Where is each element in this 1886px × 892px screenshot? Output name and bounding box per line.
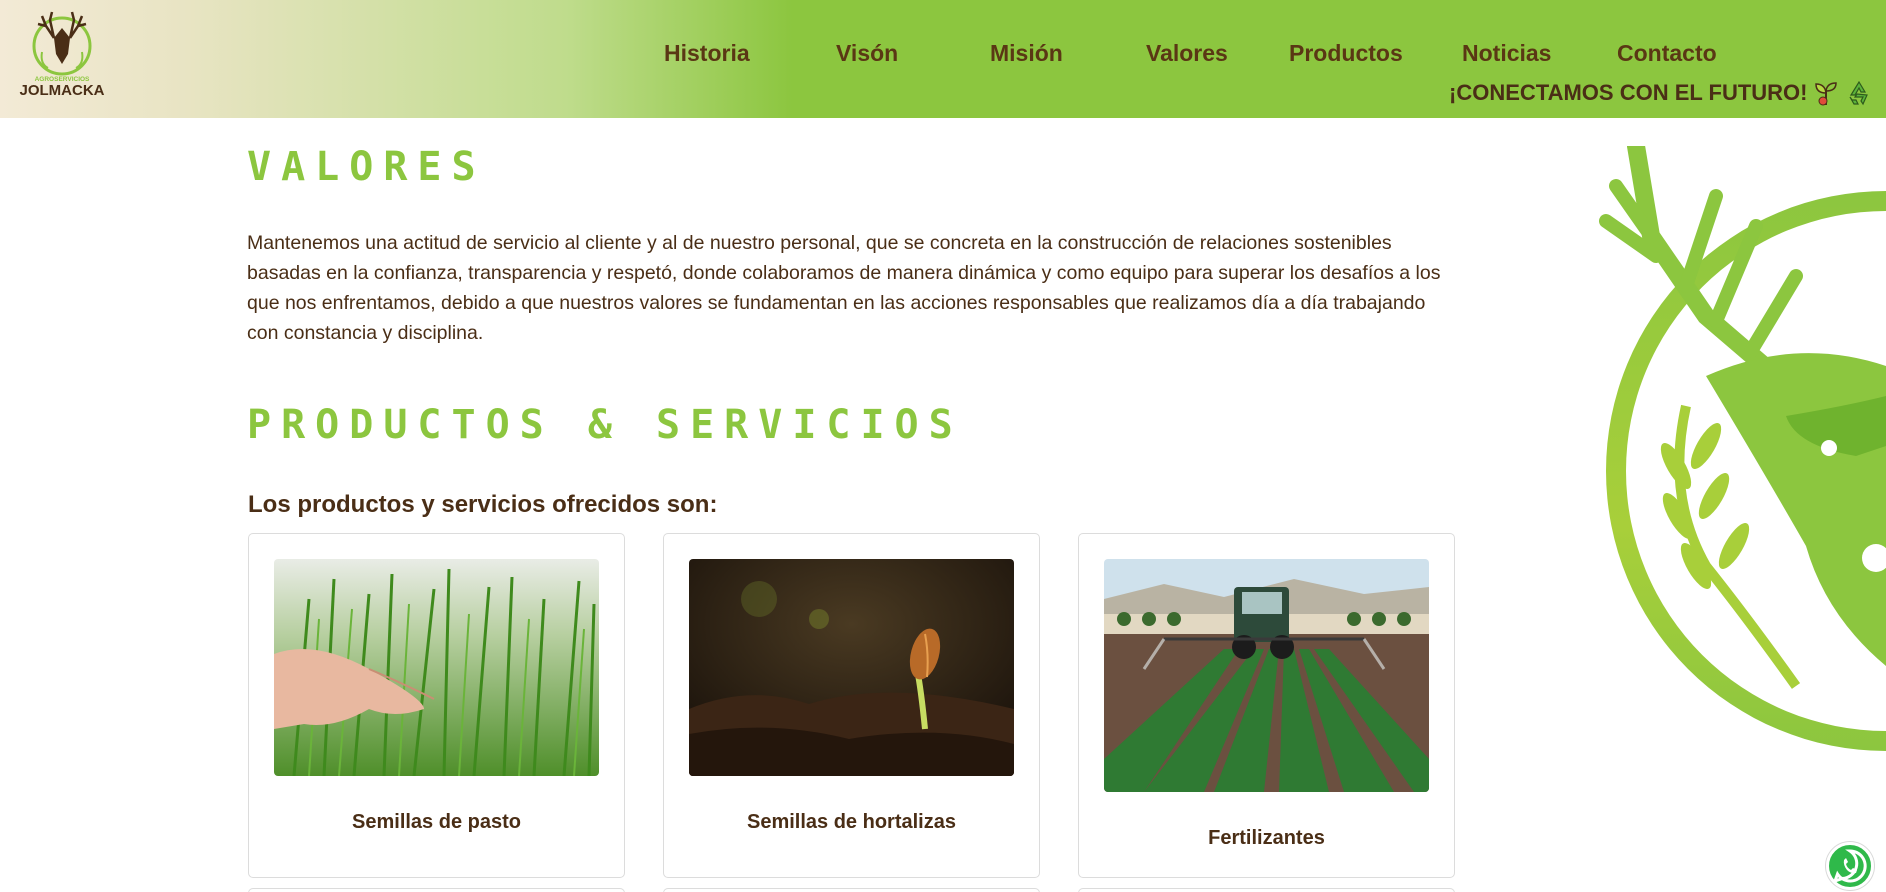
whatsapp-button[interactable] (1826, 842, 1874, 890)
nav-valores[interactable]: Valores (1146, 40, 1228, 67)
nav-noticias[interactable]: Noticias (1462, 40, 1551, 67)
tagline: ¡CONECTAMOS CON EL FUTURO! (1449, 80, 1808, 105)
product-card-fertilizantes[interactable]: Fertilizantes (1078, 533, 1455, 878)
card-title: Semillas de hortalizas (747, 811, 956, 833)
deer-decoration (1599, 146, 1886, 751)
recycle-icon (1849, 80, 1868, 106)
product-card-semillas-pasto[interactable]: Semillas de pasto (248, 533, 625, 878)
card-title: Semillas de pasto (352, 811, 521, 833)
seedling-photo (689, 559, 1014, 776)
nav-historia[interactable]: Historia (664, 40, 750, 67)
whatsapp-icon (1832, 849, 1867, 884)
product-card-semillas-hortalizas[interactable]: Semillas de hortalizas (663, 533, 1040, 878)
card-title: Fertilizantes (1208, 827, 1325, 849)
product-card-next-row (1078, 888, 1455, 892)
nav-productos[interactable]: Productos (1289, 40, 1403, 67)
brand-name: JOLMACKA (20, 82, 105, 99)
nav-mision[interactable]: Misión (990, 40, 1063, 67)
nav-contacto[interactable]: Contacto (1617, 40, 1717, 67)
nav-vision[interactable]: Visón (836, 40, 898, 67)
valores-title: VALORES (247, 144, 486, 190)
productos-subtitle: Los productos y servicios ofrecidos son: (248, 491, 718, 518)
tractor-field-photo (1104, 559, 1429, 792)
product-card-next-row (663, 888, 1040, 892)
valores-paragraph: Mantenemos una actitud de servicio al cl… (247, 232, 1441, 344)
grass-photo (274, 559, 599, 776)
main-nav: Historia Visón Misión Valores Productos … (0, 40, 1886, 70)
sprout-icon (1815, 82, 1837, 106)
product-card-next-row (248, 888, 625, 892)
productos-title: PRODUCTOS & SERVICIOS (247, 402, 963, 448)
site-header: AGROSERVICIOS JOLMACKA Historia Visón Mi… (0, 0, 1886, 118)
